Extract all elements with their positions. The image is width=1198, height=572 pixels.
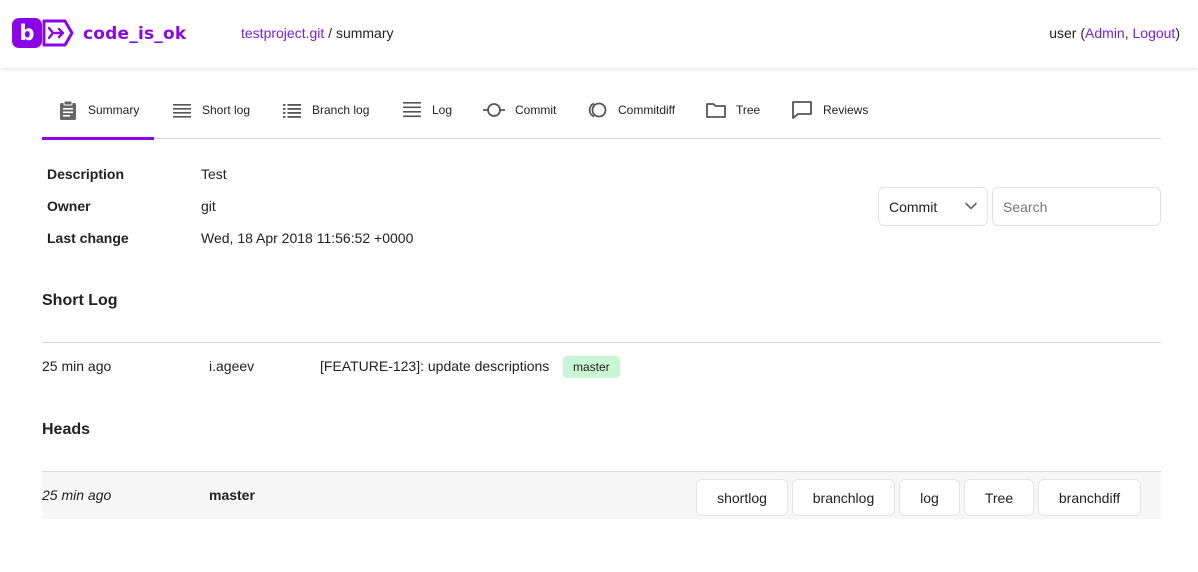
log-button[interactable]: log [899,479,960,516]
owner-label: Owner [47,198,91,214]
shortlog-button[interactable]: shortlog [696,479,788,516]
description-label: Description [47,166,125,182]
user-menu: user (Admin, Logout) [1049,25,1180,41]
commit-author: i.ageev [209,358,255,374]
top-bar: b code_is_ok testproject.git / summary u… [0,0,1198,68]
branchlog-button[interactable]: branchlog [792,479,895,516]
bullet-list-icon [283,103,301,118]
tab-label: Commit [515,102,557,117]
logo[interactable]: b code_is_ok [12,18,186,48]
owner-value: git [201,198,216,214]
tab-label: Short log [202,102,251,117]
tab-tree[interactable]: Tree [706,80,760,139]
logo-arrow-icon [42,19,74,47]
search-input[interactable] [992,187,1161,226]
tab-short-log[interactable]: Short log [172,80,250,139]
head-age: 25 min ago [42,487,112,503]
chevron-down-icon [965,202,977,210]
logo-text: code_is_ok [83,24,187,44]
description-value: Test [201,166,227,182]
tab-label: Log [432,102,453,117]
last-change-label: Last change [47,230,129,246]
tab-reviews[interactable]: Reviews [791,80,868,139]
folder-icon [706,102,726,118]
commit-age: 25 min ago [42,358,112,374]
tab-label: Commitdiff [618,102,676,117]
branch-tag[interactable]: master [563,356,620,378]
breadcrumb-separator: / [324,25,336,41]
commit-message[interactable]: [FEATURE-123]: update descriptions [320,358,549,374]
last-change-value: Wed, 18 Apr 2018 11:56:52 +0000 [201,230,414,246]
nav-tabs: Summary Short log Branch log Log Commit … [41,80,1161,140]
commitdiff-icon [588,102,607,117]
tab-label: Summary [88,102,140,117]
search-type-value: Commit [889,198,938,215]
clipboard-icon [60,100,76,120]
tab-label: Reviews [823,102,869,117]
table-row: 25 min ago master shortlog branchlog log… [42,472,1161,519]
logout-link[interactable]: Logout [1133,25,1176,41]
admin-link[interactable]: Admin [1085,25,1125,41]
commit-icon [483,102,505,117]
tree-button[interactable]: Tree [964,479,1034,516]
short-log-title: Short Log [42,292,118,309]
tab-commit[interactable]: Commit [483,80,556,139]
search-type-select[interactable]: Commit [878,187,988,226]
tab-commitdiff[interactable]: Commitdiff [586,80,675,139]
username: user [1049,25,1077,41]
breadcrumb: testproject.git / summary [241,25,394,41]
speech-bubble-icon [792,100,812,119]
logo-mark: b [12,18,42,48]
log-lines-icon [403,101,421,117]
tab-branch-log[interactable]: Branch log [282,80,369,139]
heads-title: Heads [42,421,91,438]
head-name[interactable]: master [209,487,255,503]
tab-log[interactable]: Log [402,80,452,139]
tab-label: Branch log [312,102,370,117]
project-link[interactable]: testproject.git [241,25,324,41]
tab-label: Tree [736,102,761,117]
branchdiff-button[interactable]: branchdiff [1038,479,1141,516]
list-lines-icon [173,103,191,118]
breadcrumb-page: summary [335,25,394,41]
tab-summary[interactable]: Summary [41,80,155,140]
table-row: 25 min ago i.ageev [FEATURE-123]: update… [42,343,1161,391]
